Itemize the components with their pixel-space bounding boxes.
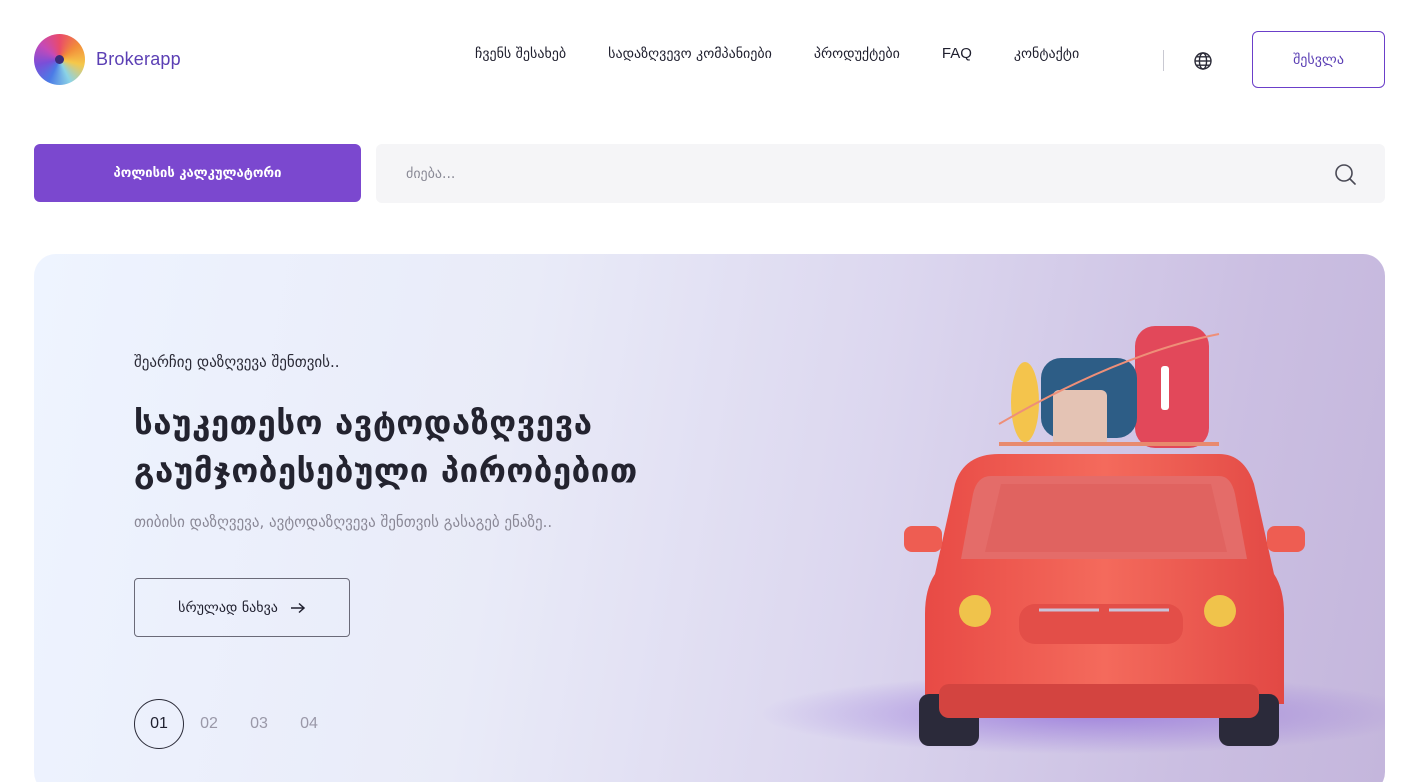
hero-title-line-1: საუკეთესო ავტოდაზღვევა (134, 403, 593, 442)
car-illustration (759, 326, 1385, 754)
view-more-button[interactable]: სრულად ნახვა (134, 578, 350, 637)
nav-item-contact[interactable]: კონტაქტი (1014, 46, 1079, 62)
globe-icon[interactable] (1193, 51, 1213, 71)
nav-divider (1163, 50, 1164, 71)
hero-subtitle: თიბისი დაზღვევა, ავტოდაზღვევა შენთვის გა… (134, 513, 553, 531)
nav-item-about[interactable]: ჩვენს შესახებ (475, 46, 566, 62)
search-icon[interactable] (1334, 163, 1356, 185)
policy-calculator-button[interactable]: პოლისის კალკულატორი (34, 144, 361, 202)
login-button[interactable]: შესვლა (1252, 31, 1385, 88)
brand-logo[interactable]: Brokerapp (34, 34, 181, 85)
pager-item-1[interactable]: 01 (134, 699, 184, 749)
search-input[interactable] (406, 162, 1286, 186)
main-nav: ჩვენს შესახებ სადაზღვევო კომპანიები პროდ… (475, 45, 1121, 62)
search-bar (376, 144, 1385, 203)
nav-item-products[interactable]: პროდუქტები (814, 46, 900, 62)
hero-title-line-2: გაუმჯობესებული პირობებით (134, 451, 638, 490)
hero-kicker: შეარჩიე დაზღვევა შენთვის.. (134, 353, 340, 371)
nav-item-insurance-companies[interactable]: სადაზღვევო კომპანიები (608, 46, 772, 62)
brand-name: Brokerapp (96, 49, 181, 69)
hero-banner: შეარჩიე დაზღვევა შენთვის.. საუკეთესო ავტ… (34, 254, 1385, 782)
slide-pager: 01 02 03 04 (134, 699, 334, 749)
view-more-label: სრულად ნახვა (178, 599, 278, 616)
brand-logo-icon (34, 34, 85, 85)
pager-item-2[interactable]: 02 (184, 715, 234, 733)
hero-title: საუკეთესო ავტოდაზღვევა გაუმჯობესებული პი… (134, 399, 638, 495)
pager-item-4[interactable]: 04 (284, 715, 334, 733)
nav-item-faq[interactable]: FAQ (942, 45, 972, 62)
arrow-right-icon (290, 602, 305, 613)
pager-item-3[interactable]: 03 (234, 715, 284, 733)
